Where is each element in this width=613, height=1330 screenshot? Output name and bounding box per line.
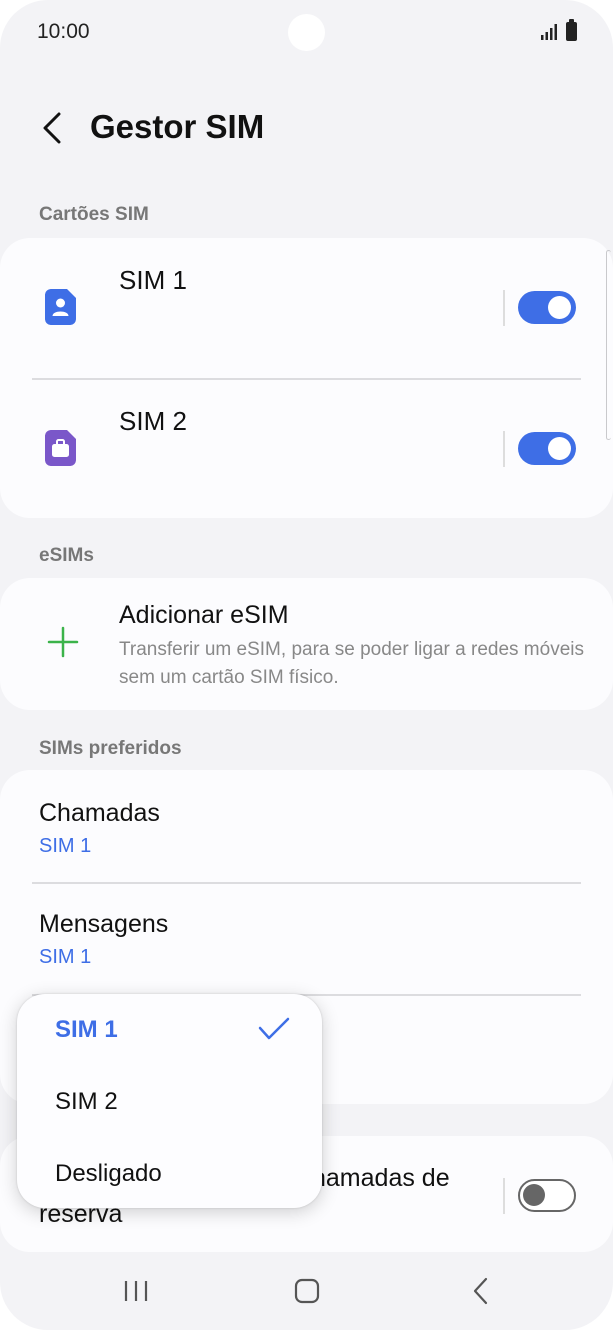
recents-button[interactable] — [106, 1269, 166, 1313]
messages-title: Mensagens — [39, 910, 169, 938]
popup-option-label: SIM 1 — [55, 1016, 118, 1043]
sim-2-label: SIM 2 — [119, 406, 187, 436]
chevron-left-icon — [43, 112, 61, 144]
add-esim-title: Adicionar eSIM — [119, 601, 289, 629]
calls-preference-item[interactable]: Chamadas SIM 1 — [0, 770, 613, 882]
sim-1-label: SIM 1 — [119, 265, 187, 295]
sim-cards-card: SIM 1 SIM 2 — [0, 238, 613, 518]
plus-icon — [47, 626, 79, 658]
toggle-knob — [548, 437, 571, 460]
home-button[interactable] — [277, 1269, 337, 1313]
page-title: Gestor SIM — [90, 108, 265, 145]
phone-screen: 10:00 Gestor SIM Cartões SIM SIM 1 SIM 2… — [0, 0, 613, 1330]
back-button[interactable] — [30, 104, 74, 152]
battery-icon — [566, 19, 577, 41]
recents-icon — [124, 1281, 148, 1301]
sim-row-1[interactable]: SIM 1 — [0, 238, 613, 378]
sim-select-popup: SIM 1 SIM 2 Desligado — [17, 994, 322, 1208]
home-icon — [294, 1278, 320, 1304]
popup-option-label: SIM 2 — [55, 1088, 118, 1115]
section-label-preferred: SIMs preferidos — [39, 738, 182, 759]
row-divider — [503, 1178, 505, 1214]
calls-title: Chamadas — [39, 799, 160, 827]
section-label-esims: eSIMs — [39, 545, 94, 566]
add-esim-item[interactable]: Adicionar eSIM Transferir um eSIM, para … — [0, 578, 613, 710]
popup-option-sim-1[interactable]: SIM 1 — [17, 994, 322, 1066]
briefcase-sim-icon — [45, 430, 76, 466]
messages-value: SIM 1 — [39, 946, 92, 968]
status-bar: 10:00 — [0, 0, 613, 64]
toggle-knob — [523, 1184, 545, 1206]
scroll-indicator — [606, 250, 611, 440]
sim-1-toggle[interactable] — [518, 291, 576, 324]
back-icon — [473, 1277, 488, 1305]
calls-value: SIM 1 — [39, 835, 92, 857]
sim-row-2[interactable]: SIM 2 — [0, 379, 613, 519]
check-icon — [258, 1017, 290, 1040]
backup-calls-label-partial: hamadas de — [312, 1164, 450, 1192]
nav-back-button[interactable] — [450, 1269, 510, 1313]
toggle-knob — [548, 296, 571, 319]
add-esim-description: Transferir um eSIM, para se poder ligar … — [119, 639, 584, 688]
popup-option-off[interactable]: Desligado — [17, 1138, 322, 1210]
section-label-sim-cards: Cartões SIM — [39, 204, 149, 225]
row-divider — [503, 290, 505, 326]
row-divider — [503, 431, 505, 467]
navigation-bar — [0, 1255, 613, 1330]
camera-cutout — [288, 14, 325, 51]
messages-preference-item[interactable]: Mensagens SIM 1 — [0, 883, 613, 994]
popup-option-sim-2[interactable]: SIM 2 — [17, 1066, 322, 1138]
status-time: 10:00 — [37, 20, 90, 43]
person-sim-icon — [45, 289, 76, 325]
popup-option-label: Desligado — [55, 1160, 162, 1187]
backup-calls-toggle[interactable] — [518, 1179, 576, 1212]
sim-2-toggle[interactable] — [518, 432, 576, 465]
signal-icon — [541, 24, 557, 40]
